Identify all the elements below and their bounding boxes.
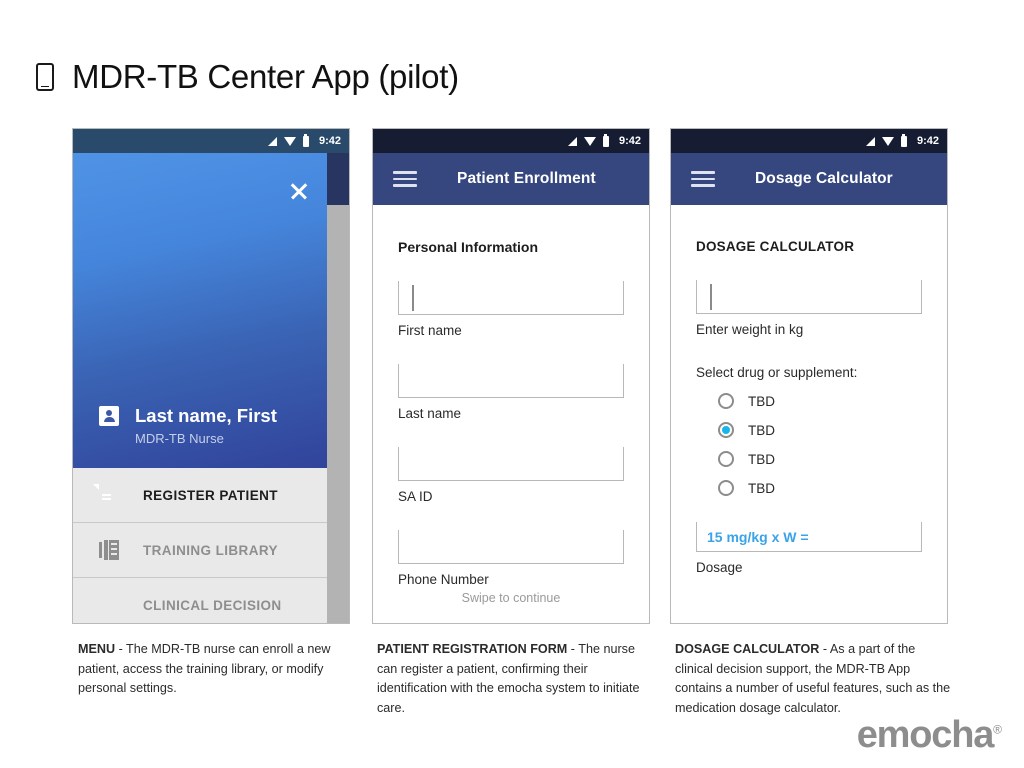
field-label: Enter weight in kg xyxy=(696,322,804,337)
radio-icon[interactable] xyxy=(718,480,734,496)
user-role: MDR-TB Nurse xyxy=(135,431,224,446)
dosage-result-field[interactable]: 15 mg/kg x W = xyxy=(696,522,922,552)
field-phone-number: Phone Number xyxy=(398,530,624,587)
radio-icon[interactable] xyxy=(718,451,734,467)
user-profile: Last name, First MDR-TB Nurse xyxy=(99,405,317,446)
calculator-title: DOSAGE CALCULATOR xyxy=(696,239,855,254)
radio-option-4[interactable]: TBD xyxy=(718,480,922,496)
section-title: Personal Information xyxy=(398,239,539,255)
swipe-hint: Swipe to continue xyxy=(461,591,561,605)
sa-id-input[interactable] xyxy=(398,447,624,481)
emocha-logo: emocha® xyxy=(857,716,1002,754)
caption-body: - The MDR-TB nurse can enroll a new pati… xyxy=(78,642,331,695)
caption-lead: PATIENT REGISTRATION FORM xyxy=(377,642,568,656)
field-label: Last name xyxy=(398,406,462,421)
signal-icon xyxy=(567,136,577,146)
drawer-scrim-bottom[interactable] xyxy=(327,205,349,623)
sidebar-item-label: REGISTER PATIENT xyxy=(143,487,278,503)
hamburger-icon[interactable] xyxy=(691,171,715,187)
page-title: MDR-TB Center App (pilot) xyxy=(72,58,459,95)
drawer-header: Last name, First MDR-TB Nurse xyxy=(73,153,327,468)
field-label: First name xyxy=(398,323,462,338)
drawer-scrim-top[interactable] xyxy=(327,153,349,205)
sidebar-item-clinical-decision[interactable]: CLINICAL DECISION xyxy=(73,578,327,623)
wifi-icon xyxy=(583,136,596,146)
app-bar: Dosage Calculator xyxy=(671,153,947,205)
registered-trademark-icon: ® xyxy=(993,722,1002,737)
close-icon[interactable] xyxy=(289,181,309,201)
radio-label: TBD xyxy=(748,393,775,409)
status-bar-time: 9:42 xyxy=(916,135,939,147)
radio-icon[interactable] xyxy=(718,393,734,409)
battery-icon xyxy=(900,133,907,147)
battery-icon xyxy=(302,133,309,147)
sidebar-item-register-patient[interactable]: REGISTER PATIENT xyxy=(73,468,327,523)
radio-option-3[interactable]: TBD xyxy=(718,451,922,467)
dosage-calculator-form: DOSAGE CALCULATOR Enter weight in kg Sel… xyxy=(671,205,947,623)
field-first-name: First name xyxy=(398,281,624,338)
radio-label: TBD xyxy=(748,480,775,496)
plus-icon xyxy=(99,594,119,616)
phone-icon xyxy=(36,63,54,91)
field-last-name: Last name xyxy=(398,364,624,421)
caption-lead: MENU xyxy=(78,642,116,656)
caption-menu: MENU - The MDR-TB nurse can enroll a new… xyxy=(78,640,348,699)
caption-lead: DOSAGE CALCULATOR xyxy=(675,642,820,656)
dosage-result-value: 15 mg/kg x W = xyxy=(707,528,809,545)
signal-icon xyxy=(267,136,277,146)
avatar-icon xyxy=(99,406,119,426)
sidebar-item-training-library[interactable]: TRAINING LIBRARY xyxy=(73,523,327,578)
enrollment-form: Personal Information First name Last nam… xyxy=(373,205,649,623)
radio-label: TBD xyxy=(748,422,775,438)
field-label: SA ID xyxy=(398,489,433,504)
weight-input[interactable] xyxy=(696,280,922,314)
radio-icon-selected[interactable] xyxy=(718,422,734,438)
drawer-container: Last name, First MDR-TB Nurse REGISTER P… xyxy=(73,153,349,623)
phone-number-input[interactable] xyxy=(398,530,624,564)
battery-icon xyxy=(602,133,609,147)
app-bar-title: Dosage Calculator xyxy=(755,170,893,187)
app-bar-title: Patient Enrollment xyxy=(457,170,596,187)
status-bar: 9:42 xyxy=(373,129,649,153)
caption-dosage: DOSAGE CALCULATOR - As a part of the cli… xyxy=(675,640,953,718)
phone-mockup-menu: 9:42 Last name, First MDR-TB Nurse REGIS… xyxy=(72,128,350,624)
field-label: Phone Number xyxy=(398,572,489,587)
caption-enrollment: PATIENT REGISTRATION FORM - The nurse ca… xyxy=(377,640,655,718)
dosage-result-caption: Dosage xyxy=(696,560,743,575)
wifi-icon xyxy=(283,136,296,146)
status-bar-time: 9:42 xyxy=(318,135,341,147)
status-bar-time: 9:42 xyxy=(618,135,641,147)
last-name-input[interactable] xyxy=(398,364,624,398)
radio-option-1[interactable]: TBD xyxy=(718,393,922,409)
sidebar-item-label: CLINICAL DECISION xyxy=(143,597,282,613)
text-caret xyxy=(710,284,712,310)
library-icon xyxy=(99,539,119,561)
field-sa-id: SA ID xyxy=(398,447,624,504)
sidebar-item-label: TRAINING LIBRARY xyxy=(143,542,278,558)
field-weight: Enter weight in kg xyxy=(696,280,922,337)
text-caret xyxy=(412,285,414,311)
status-bar: 9:42 xyxy=(73,129,349,153)
signal-icon xyxy=(865,136,875,146)
wifi-icon xyxy=(881,136,894,146)
radio-option-2[interactable]: TBD xyxy=(718,422,922,438)
user-name: Last name, First xyxy=(135,405,277,426)
phone-mockup-dosage: 9:42 Dosage Calculator DOSAGE CALCULATOR… xyxy=(670,128,948,624)
hamburger-icon[interactable] xyxy=(393,171,417,187)
first-name-input[interactable] xyxy=(398,281,624,315)
status-bar: 9:42 xyxy=(671,129,947,153)
navigation-drawer: Last name, First MDR-TB Nurse REGISTER P… xyxy=(73,153,327,623)
document-icon xyxy=(99,484,119,506)
phone-mockup-enrollment: 9:42 Patient Enrollment Personal Informa… xyxy=(372,128,650,624)
radio-label: TBD xyxy=(748,451,775,467)
app-bar: Patient Enrollment xyxy=(373,153,649,205)
page-header: MDR-TB Center App (pilot) xyxy=(36,58,459,96)
logo-text: emocha xyxy=(856,714,995,756)
select-drug-label: Select drug or supplement: xyxy=(696,365,858,380)
